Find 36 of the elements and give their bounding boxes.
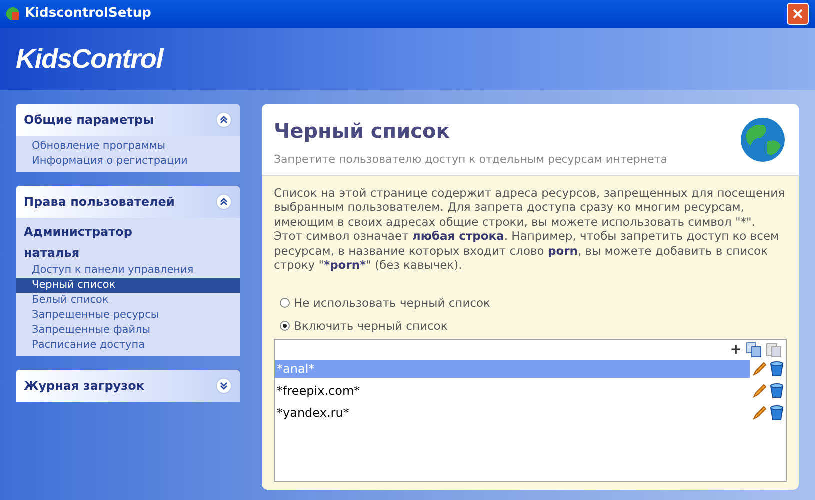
globe-icon	[739, 116, 787, 164]
page-subtitle: Запретите пользователю доступ к отдельным ресурсам интернета	[274, 152, 668, 168]
description-text: Список на этой странице содержит адреса ресурсов, запрещенных для посещения выбранным пользователем. Для запрета доступа сразу ко многим ресурсам, имеющим в своих адресах общие строки, вы можете использовать символ "*". Этот символ означает любая строка. Например, чтобы запретить доступ ко всем ресурсам, в название которых входит слово porn, вы можете добавить в список строку "*porn*" (без кавычек).	[274, 186, 786, 272]
radio-button[interactable]	[280, 321, 290, 332]
list-entry[interactable]: *freepix.com*	[275, 382, 750, 400]
window-title: KidscontrolSetup	[25, 5, 152, 24]
app-icon	[6, 7, 20, 21]
radio-option[interactable]: Не использовать черный список	[280, 294, 787, 312]
sidebar-item[interactable]: Белый список	[16, 293, 240, 308]
bucket-icon[interactable]	[770, 361, 784, 377]
copy-icon[interactable]	[746, 342, 762, 358]
bucket-icon[interactable]	[770, 383, 784, 399]
list-entry[interactable]: *yandex.ru*	[275, 404, 750, 422]
pencil-icon[interactable]	[752, 383, 768, 399]
sidebar-item[interactable]: Запрещенные ресурсы	[16, 308, 240, 323]
user-item[interactable]: наталья	[16, 242, 240, 263]
close-icon	[793, 9, 803, 19]
close-button[interactable]	[787, 3, 809, 25]
sidebar-item[interactable]: Черный список	[16, 278, 240, 293]
sidebar-item[interactable]: Расписание доступа	[16, 338, 240, 353]
sidebar-item[interactable]: Доступ к панели управления	[16, 263, 240, 278]
page-title: Черный список	[274, 118, 451, 145]
collapse-icon[interactable]	[216, 112, 232, 128]
bucket-icon[interactable]	[770, 405, 784, 421]
pencil-icon[interactable]	[752, 361, 768, 377]
radio-option[interactable]: Включить черный список	[280, 318, 787, 335]
user-item[interactable]: Администратор	[16, 221, 240, 242]
logo: KidsControl	[16, 42, 164, 76]
sidebar-item[interactable]: Информация о регистрации	[16, 154, 240, 169]
collapse-icon[interactable]	[216, 194, 232, 210]
radio-button[interactable]	[280, 298, 290, 308]
expand-icon[interactable]	[216, 378, 232, 394]
add-button[interactable]: +	[730, 343, 742, 357]
sidebar-item[interactable]: Запрещенные файлы	[16, 323, 240, 338]
sidebar-item[interactable]: Обновление программы	[16, 139, 240, 154]
pencil-icon[interactable]	[752, 405, 768, 421]
